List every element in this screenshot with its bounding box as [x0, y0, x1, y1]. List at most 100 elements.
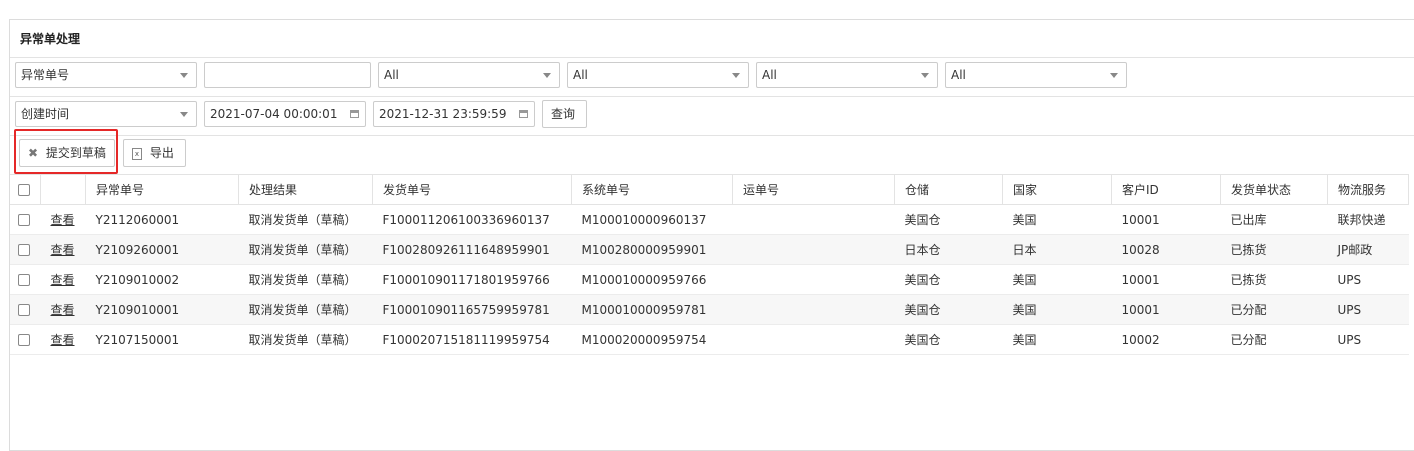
header-action [40, 174, 86, 205]
header-waybill-no: 运单号 [732, 174, 895, 205]
row-checkbox-cell [10, 324, 41, 355]
header-exception-no: 异常单号 [85, 174, 239, 205]
select-value: All [762, 68, 777, 82]
view-cell: 查看 [40, 324, 86, 355]
view-cell: 查看 [40, 294, 86, 325]
header-shipment-no: 发货单号 [372, 174, 572, 205]
divider [10, 57, 1414, 58]
select-value: All [951, 68, 966, 82]
filter-select-4[interactable]: All [945, 62, 1127, 88]
header-result: 处理结果 [238, 174, 373, 205]
view-cell: 查看 [40, 204, 86, 235]
cell-waybill-no [732, 324, 895, 355]
filter-select-1[interactable]: All [378, 62, 560, 88]
header-customer-id: 客户ID [1111, 174, 1221, 205]
exception-no-input[interactable] [204, 62, 371, 88]
select-value: All [573, 68, 588, 82]
cell-country: 美国 [1002, 204, 1112, 235]
button-label: 查询 [551, 107, 576, 121]
view-cell: 查看 [40, 264, 86, 295]
select-value: All [384, 68, 399, 82]
date-from-input[interactable]: 2021-07-04 00:00:01 [204, 101, 366, 127]
view-link[interactable]: 查看 [51, 303, 75, 317]
close-icon: ✖ [28, 146, 39, 160]
table-row: 查看 Y2109010002 取消发货单（草稿） F10001090117180… [10, 264, 1409, 295]
chevron-down-icon [180, 112, 188, 117]
cell-exception-no: Y2109010002 [85, 264, 239, 295]
view-link[interactable]: 查看 [51, 273, 75, 287]
row-checkbox[interactable] [18, 244, 30, 256]
submit-to-draft-button[interactable]: ✖ 提交到草稿 [19, 139, 115, 167]
divider [10, 96, 1414, 97]
cell-customer-id: 10001 [1111, 204, 1221, 235]
table-row: 查看 Y2109010001 取消发货单（草稿） F10001090116575… [10, 294, 1409, 325]
cell-waybill-no [732, 294, 895, 325]
cell-country: 美国 [1002, 264, 1112, 295]
row-checkbox-cell [10, 234, 41, 265]
query-button[interactable]: 查询 [542, 100, 587, 128]
chevron-down-icon [180, 73, 188, 78]
cell-system-no: M100010000960137 [571, 204, 733, 235]
row-checkbox[interactable] [18, 334, 30, 346]
cell-system-no: M100010000959781 [571, 294, 733, 325]
cell-shipment-status: 已分配 [1220, 324, 1328, 355]
cell-warehouse: 美国仓 [894, 324, 1003, 355]
row-checkbox[interactable] [18, 214, 30, 226]
table-header-row: 异常单号 处理结果 发货单号 系统单号 运单号 仓储 国家 客户ID 发货单状态… [10, 174, 1409, 205]
chevron-down-icon [543, 73, 551, 78]
view-link[interactable]: 查看 [51, 243, 75, 257]
date-to-input[interactable]: 2021-12-31 23:59:59 [373, 101, 535, 127]
cell-customer-id: 10028 [1111, 234, 1221, 265]
input-value: 2021-12-31 23:59:59 [379, 107, 507, 121]
cell-logistics-service: 联邦快递 [1327, 204, 1409, 235]
header-shipment-status: 发货单状态 [1220, 174, 1328, 205]
cell-result: 取消发货单（草稿） [238, 324, 373, 355]
filter-select-3[interactable]: All [756, 62, 938, 88]
filter-select-2[interactable]: All [567, 62, 749, 88]
cell-warehouse: 美国仓 [894, 264, 1003, 295]
cell-shipment-no: F100280926111648959901 [372, 234, 572, 265]
export-button[interactable]: x 导出 [123, 139, 186, 167]
cell-logistics-service: UPS [1327, 324, 1409, 355]
chevron-down-icon [1110, 73, 1118, 78]
button-label: 提交到草稿 [45, 146, 106, 160]
view-link[interactable]: 查看 [51, 333, 75, 347]
field-select-exception-no[interactable]: 异常单号 [15, 62, 197, 88]
cell-exception-no: Y2107150001 [85, 324, 239, 355]
row-checkbox-cell [10, 294, 41, 325]
cell-shipment-status: 已出库 [1220, 204, 1328, 235]
cell-shipment-status: 已拣货 [1220, 264, 1328, 295]
cell-shipment-status: 已分配 [1220, 294, 1328, 325]
calendar-icon [519, 110, 528, 118]
cell-warehouse: 日本仓 [894, 234, 1003, 265]
panel-title: 异常单处理 [20, 32, 81, 46]
table-row: 查看 Y2107150001 取消发货单（草稿） F10002071518111… [10, 324, 1409, 355]
cell-country: 美国 [1002, 324, 1112, 355]
divider [10, 135, 1414, 136]
cell-system-no: M100280000959901 [571, 234, 733, 265]
table-row: 查看 Y2112060001 取消发货单（草稿） F10001120610033… [10, 204, 1409, 235]
cell-exception-no: Y2109260001 [85, 234, 239, 265]
excel-file-icon: x [132, 147, 142, 160]
cell-country: 日本 [1002, 234, 1112, 265]
row-checkbox[interactable] [18, 304, 30, 316]
cell-customer-id: 10001 [1111, 264, 1221, 295]
cell-result: 取消发货单（草稿） [238, 264, 373, 295]
select-all-checkbox[interactable] [18, 184, 30, 196]
cell-warehouse: 美国仓 [894, 294, 1003, 325]
cell-shipment-no: F100020715181119959754 [372, 324, 572, 355]
header-system-no: 系统单号 [571, 174, 733, 205]
header-warehouse: 仓储 [894, 174, 1003, 205]
cell-waybill-no [732, 234, 895, 265]
row-checkbox[interactable] [18, 274, 30, 286]
cell-waybill-no [732, 264, 895, 295]
row-checkbox-cell [10, 264, 41, 295]
header-logistics-service: 物流服务 [1327, 174, 1409, 205]
select-value: 创建时间 [21, 107, 70, 121]
cell-logistics-service: UPS [1327, 294, 1409, 325]
field-select-created-time[interactable]: 创建时间 [15, 101, 197, 127]
cell-shipment-no: F100011206100336960137 [372, 204, 572, 235]
cell-waybill-no [732, 204, 895, 235]
view-link[interactable]: 查看 [51, 213, 75, 227]
cell-customer-id: 10002 [1111, 324, 1221, 355]
